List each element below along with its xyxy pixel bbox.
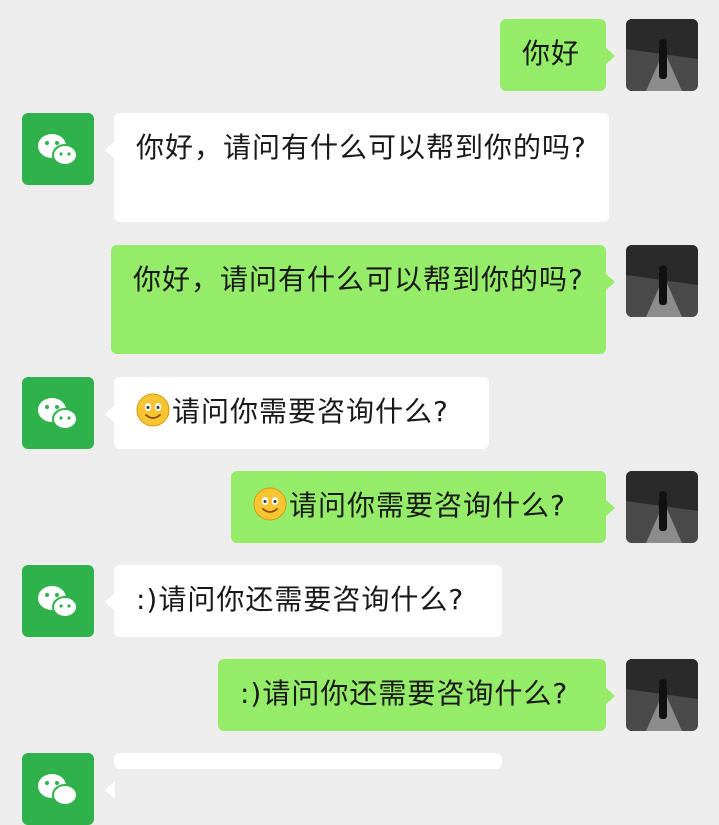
wechat-icon (38, 586, 78, 618)
smile-emoji-icon (253, 487, 287, 521)
message-text: 你好 (522, 37, 581, 70)
message-bubble-user[interactable]: :)请问你还需要咨询什么? (218, 659, 615, 731)
bot-avatar[interactable] (22, 113, 94, 185)
message-bubble-bot[interactable]: 请问你需要咨询什么? (105, 377, 489, 449)
wechat-icon (38, 398, 78, 430)
message-bubble-bot[interactable]: :)请问你还需要咨询什么? (105, 565, 502, 637)
message-text: 请问你需要咨询什么? (289, 489, 566, 522)
user-avatar[interactable] (626, 19, 698, 91)
message-text: 你好，请问有什么可以帮到你的吗? (133, 263, 584, 296)
message-bubble-user[interactable]: 你好 (500, 19, 615, 91)
message-text: :)请问你还需要咨询什么? (240, 677, 569, 710)
message-bubble-user[interactable]: 请问你需要咨询什么? (231, 471, 615, 543)
message-text: :)请问你还需要咨询什么? (136, 583, 465, 616)
chat-window: 你好 你好，请问有什么可以帮到你的吗? 你好，请问有什么可以帮到你的吗? 请问你… (0, 0, 719, 825)
message-text: 你好，请问有什么可以帮到你的吗? (136, 131, 587, 164)
user-avatar[interactable] (626, 659, 698, 731)
wechat-icon (38, 134, 78, 166)
bot-avatar[interactable] (22, 753, 94, 825)
bot-avatar[interactable] (22, 377, 94, 449)
bot-avatar[interactable] (22, 565, 94, 637)
wechat-icon (38, 774, 78, 806)
message-bubble-bot[interactable]: 你好，请问有什么可以帮到你的吗? (105, 113, 609, 222)
user-avatar[interactable] (626, 245, 698, 317)
smile-emoji-icon (136, 393, 170, 427)
message-bubble-user[interactable]: 你好，请问有什么可以帮到你的吗? (111, 245, 615, 354)
message-bubble-bot[interactable] (105, 753, 502, 799)
user-avatar[interactable] (626, 471, 698, 543)
message-text: 请问你需要咨询什么? (172, 395, 449, 428)
